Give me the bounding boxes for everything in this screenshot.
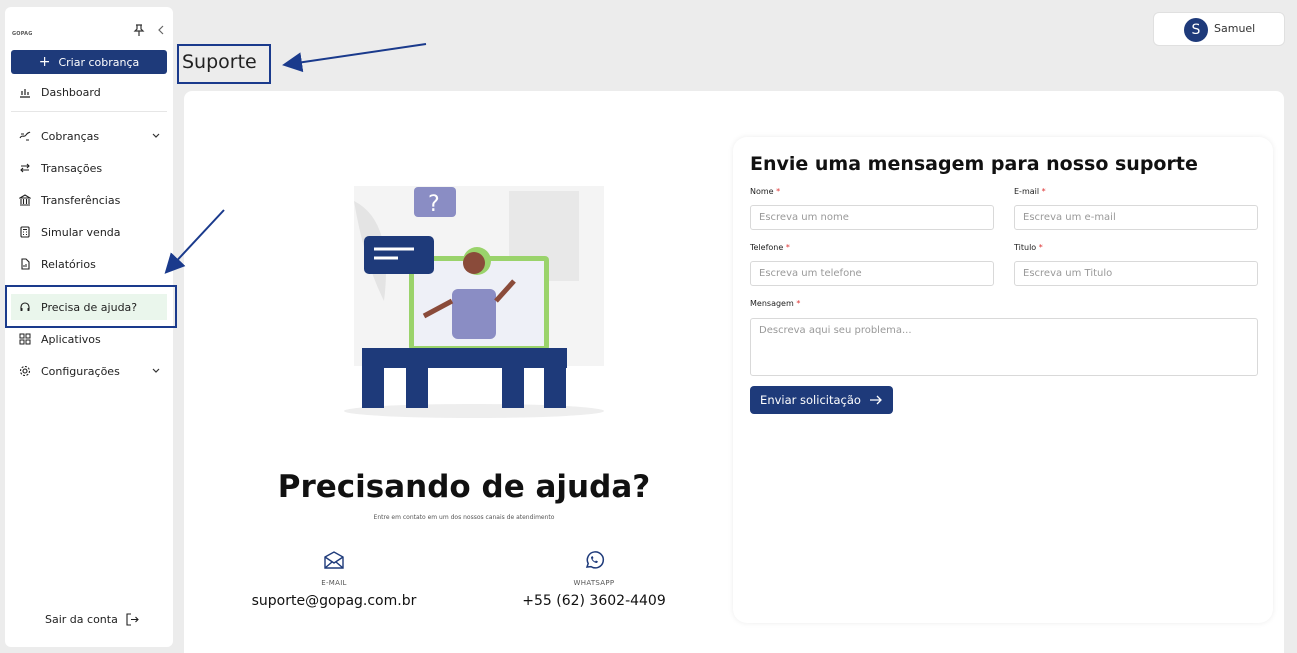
sidebar-item-charges[interactable]: Cobranças <box>11 123 167 149</box>
sidebar-item-apps[interactable]: Aplicativos <box>11 326 167 352</box>
bar-chart-icon <box>20 89 30 98</box>
sidebar-item-label: Aplicativos <box>41 332 101 346</box>
support-agent-illustration: ? <box>344 186 604 418</box>
whatsapp-icon <box>585 551 605 569</box>
gear-icon <box>19 365 31 377</box>
create-charge-button[interactable]: + Criar cobrança <box>11 50 167 74</box>
sidebar-item-dashboard[interactable]: Dashboard <box>11 79 167 105</box>
submit-label: Enviar solicitação <box>760 393 861 407</box>
email-contact[interactable]: E-MAIL suporte@gopag.com.br <box>224 549 444 609</box>
avatar: S <box>1184 18 1208 42</box>
sidebar-item-simulate-sale[interactable]: Simular venda <box>11 219 167 245</box>
sidebar-item-label: Transações <box>41 161 103 175</box>
submit-request-button[interactable]: Enviar solicitação <box>750 386 893 414</box>
sidebar-item-label: Simular venda <box>41 225 121 239</box>
email-value[interactable]: suporte@gopag.com.br <box>224 593 444 609</box>
annotation-box-help <box>5 285 177 328</box>
sidebar-item-transactions[interactable]: Transações <box>11 155 167 181</box>
envelope-icon <box>324 551 344 569</box>
logout-icon <box>126 613 139 626</box>
calculator-icon <box>20 226 30 238</box>
sidebar-item-label: Configurações <box>41 364 120 378</box>
email-label: E-MAIL <box>321 579 347 587</box>
user-menu[interactable]: S Samuel <box>1153 12 1285 46</box>
sidebar-item-transfers[interactable]: Transferências <box>11 187 167 213</box>
help-subtitle: Entre em contato em um dos nossos canais… <box>373 514 555 521</box>
message-label: Mensagem * <box>750 299 801 308</box>
collapse-sidebar-icon[interactable] <box>155 23 167 37</box>
support-form: Envie uma mensagem para nosso suporte No… <box>733 137 1273 623</box>
create-charge-label: Criar cobrança <box>58 55 140 69</box>
money-icon <box>19 131 31 141</box>
annotation-box-title <box>177 44 271 84</box>
whatsapp-contact[interactable]: WHATSAPP +55 (62) 3602-4409 <box>484 549 704 609</box>
arrow-right-icon <box>869 395 882 405</box>
name-field[interactable]: Escreva um nome <box>750 205 994 230</box>
help-title: Precisando de ajuda? <box>277 469 651 505</box>
sidebar-item-label: Transferências <box>41 193 121 207</box>
phone-field[interactable]: Escreva um telefone <box>750 261 994 286</box>
whatsapp-value[interactable]: +55 (62) 3602-4409 <box>484 593 704 609</box>
whatsapp-label: WHATSAPP <box>573 579 615 587</box>
title-field[interactable]: Escreva um Titulo <box>1014 261 1258 286</box>
grid-icon <box>19 333 31 345</box>
sidebar-item-settings[interactable]: Configurações <box>11 358 167 384</box>
divider <box>11 111 167 112</box>
title-label: Titulo * <box>1014 243 1043 252</box>
chevron-down-icon <box>152 133 160 138</box>
plus-icon: + <box>38 54 51 70</box>
swap-arrows-icon <box>20 163 30 173</box>
chevron-down-icon <box>152 368 160 373</box>
sidebar-item-label: Relatórios <box>41 257 96 271</box>
sidebar-item-label: Cobranças <box>41 129 100 143</box>
logout-button[interactable]: Sair da conta <box>45 613 139 626</box>
form-title: Envie uma mensagem para nosso suporte <box>750 153 1198 175</box>
pin-icon[interactable] <box>132 23 146 37</box>
sidebar-item-label: Dashboard <box>41 85 101 99</box>
svg-text:?: ? <box>428 192 440 217</box>
logout-label: Sair da conta <box>45 613 118 626</box>
message-textarea[interactable]: Descreva aqui seu problema... <box>750 318 1258 376</box>
sidebar-item-reports[interactable]: Relatórios <box>11 251 167 277</box>
report-icon <box>21 258 30 270</box>
support-card: ? Precisando de ajuda? Entre em contato … <box>184 91 1284 653</box>
name-label: Nome * <box>750 187 781 196</box>
email-field[interactable]: Escreva um e-mail <box>1014 205 1258 230</box>
user-name: Samuel <box>1214 22 1256 35</box>
email-field-label: E-mail * <box>1014 187 1046 196</box>
phone-label: Telefone * <box>750 243 790 252</box>
bank-icon <box>19 194 31 206</box>
gopag-logo: GOPAG <box>12 31 33 37</box>
